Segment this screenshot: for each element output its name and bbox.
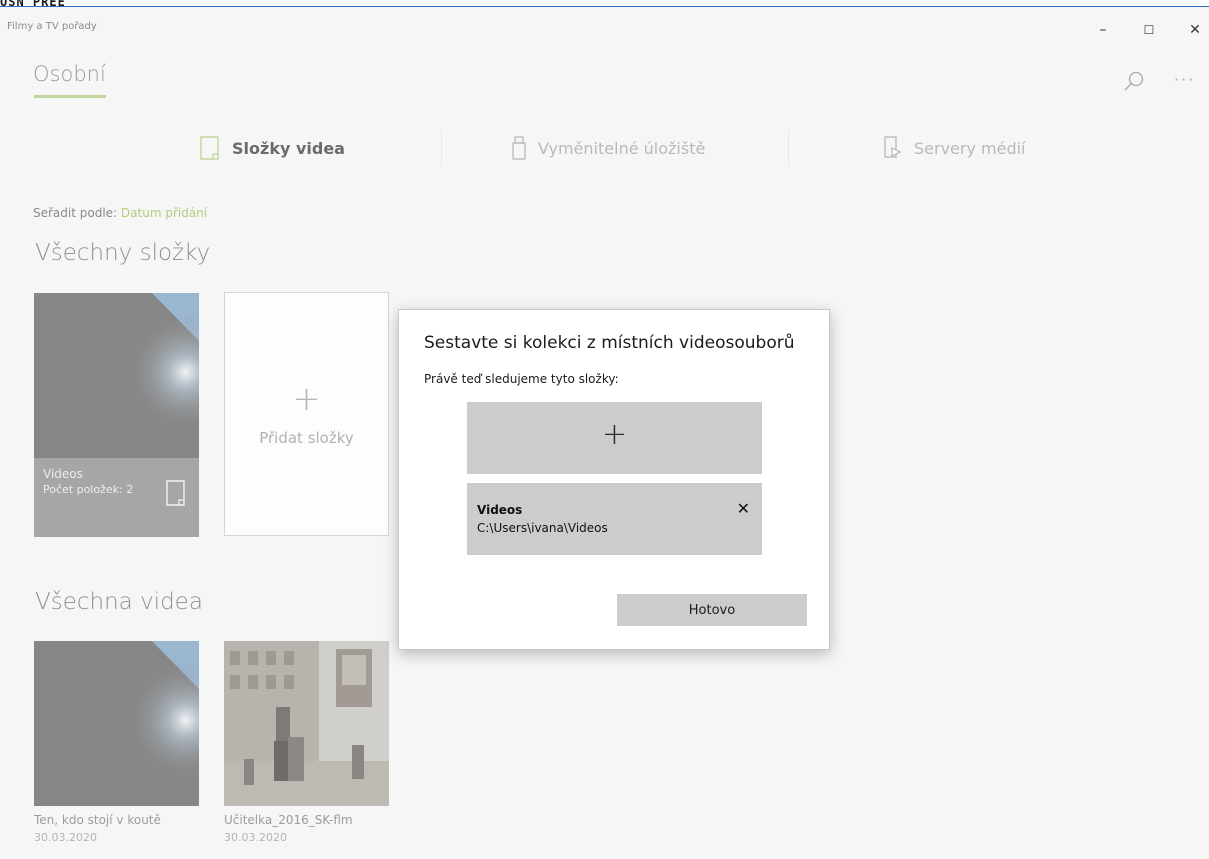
app-title: Filmy a TV pořady xyxy=(7,21,97,32)
watched-folder-name: Videos xyxy=(477,503,523,517)
pivot-removable-storage[interactable]: Vyměnitelné úložiště xyxy=(512,135,705,161)
video-thumbnail[interactable] xyxy=(34,641,199,806)
tab-selected-indicator xyxy=(34,95,106,98)
watched-folder-path: C:\Users\ivana\Videos xyxy=(477,521,608,535)
remove-folder-icon[interactable]: ✕ xyxy=(737,499,750,518)
pivot-divider xyxy=(788,129,789,167)
video-title: Ten, kdo stojí v koutě xyxy=(34,813,161,827)
video-placeholder-image xyxy=(34,641,199,806)
media-server-icon xyxy=(884,136,902,158)
pivot-label: Servery médií xyxy=(914,138,1026,158)
pivot-label: Vyměnitelné úložiště xyxy=(538,138,706,158)
tab-personal[interactable]: Osobní xyxy=(33,62,106,86)
app-window: Filmy a TV pořady – ☐ ✕ Osobní ··· Složk… xyxy=(0,6,1209,859)
folder-tile-videos[interactable]: Videos Počet položek: 2 xyxy=(34,293,199,537)
all-videos-title: Všechna videa xyxy=(35,589,203,615)
plus-icon: + xyxy=(292,379,321,419)
pivot-media-servers[interactable]: Servery médií xyxy=(884,135,1026,161)
done-button[interactable]: Hotovo xyxy=(617,594,807,626)
folder-icon xyxy=(166,480,185,506)
folder-caption: Videos Počet položek: 2 xyxy=(34,458,199,537)
sort-value[interactable]: Datum přidání xyxy=(121,206,207,220)
video-date: 30.03.2020 xyxy=(34,831,97,844)
search-icon[interactable] xyxy=(1123,70,1145,92)
pivot-video-folders[interactable]: Složky videa xyxy=(200,135,345,161)
watched-folder-item: Videos C:\Users\ivana\Videos ✕ xyxy=(467,483,762,555)
plus-icon: + xyxy=(601,417,628,452)
build-collection-dialog: Sestavte si kolekci z místních videosoub… xyxy=(398,309,830,650)
sort-label: Seřadit podle: xyxy=(33,206,118,220)
add-folders-label: Přidat složky xyxy=(259,429,354,447)
close-button[interactable]: ✕ xyxy=(1180,19,1209,41)
dialog-title: Sestavte si kolekci z místních videosoub… xyxy=(424,333,795,353)
street-photo-image xyxy=(224,641,389,806)
sort-selector: Seřadit podle: Datum přidání xyxy=(33,206,207,220)
dialog-subtitle: Právě teď sledujeme tyto složky: xyxy=(424,372,619,386)
pivot-divider xyxy=(441,129,442,167)
add-folder-button[interactable]: + xyxy=(467,402,762,474)
pivot-label: Složky videa xyxy=(232,138,345,158)
video-title: Učitelka_2016_SK-flm xyxy=(224,813,353,827)
usb-drive-icon xyxy=(512,136,526,160)
add-folders-tile[interactable]: + Přidat složky xyxy=(224,292,389,536)
maximize-button[interactable]: ☐ xyxy=(1134,19,1164,41)
folder-icon xyxy=(200,136,219,160)
video-placeholder-image xyxy=(34,293,199,458)
video-thumbnail[interactable] xyxy=(224,641,389,806)
all-folders-title: Všechny složky xyxy=(35,240,211,266)
folder-item-count: Počet položek: 2 xyxy=(43,483,134,496)
folder-name: Videos xyxy=(43,467,83,481)
more-options-icon[interactable]: ··· xyxy=(1174,70,1195,89)
minimize-button[interactable]: – xyxy=(1088,19,1118,41)
video-date: 30.03.2020 xyxy=(224,831,287,844)
